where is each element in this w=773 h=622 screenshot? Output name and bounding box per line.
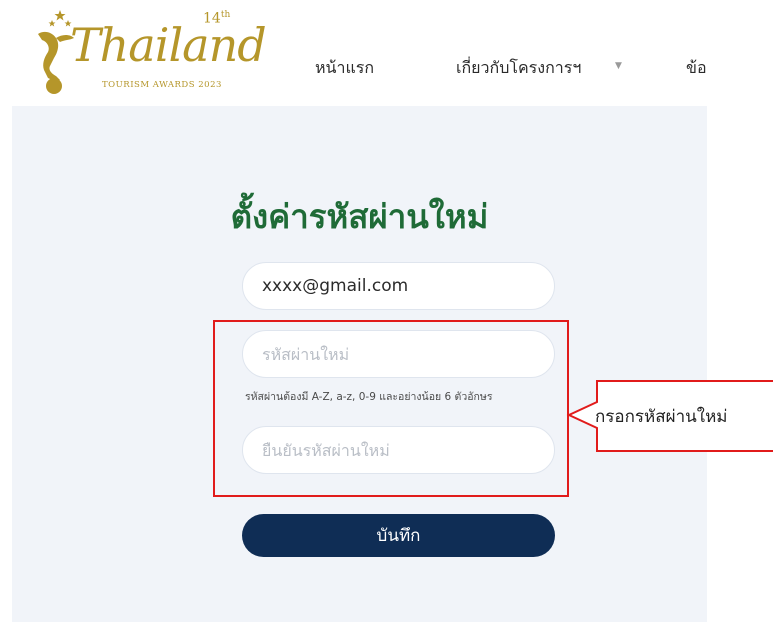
thailand-tourism-awards-logo[interactable]: Thailand 14th TOURISM AWARDS 2023 xyxy=(30,8,267,96)
logo-subtitle: TOURISM AWARDS 2023 xyxy=(102,80,222,90)
logo-edition-suffix: th xyxy=(220,10,231,20)
email-field[interactable] xyxy=(242,262,555,310)
nav-home-link[interactable]: หน้าแรก xyxy=(315,56,374,81)
site-header: Thailand 14th TOURISM AWARDS 2023 หน้าแร… xyxy=(0,0,773,106)
logo-wordmark: Thailand xyxy=(70,18,267,72)
logo-edition: 14th xyxy=(203,10,230,27)
header-clip-edge xyxy=(707,0,773,106)
save-button[interactable]: บันทึก xyxy=(242,514,555,557)
chevron-down-icon[interactable]: ▼ xyxy=(615,61,622,71)
page-title: ตั้งค่ารหัสผ่านใหม่ xyxy=(230,197,489,236)
logo-edition-number: 14 xyxy=(203,10,221,27)
annotation-callout-text: กรอกรหัสผ่านใหม่ xyxy=(595,407,728,427)
nav-contact-link[interactable]: ข้อ xyxy=(686,56,707,81)
nav-about-link[interactable]: เกี่ยวกับโครงการฯ xyxy=(456,56,581,81)
annotation-highlight-box xyxy=(213,320,569,497)
